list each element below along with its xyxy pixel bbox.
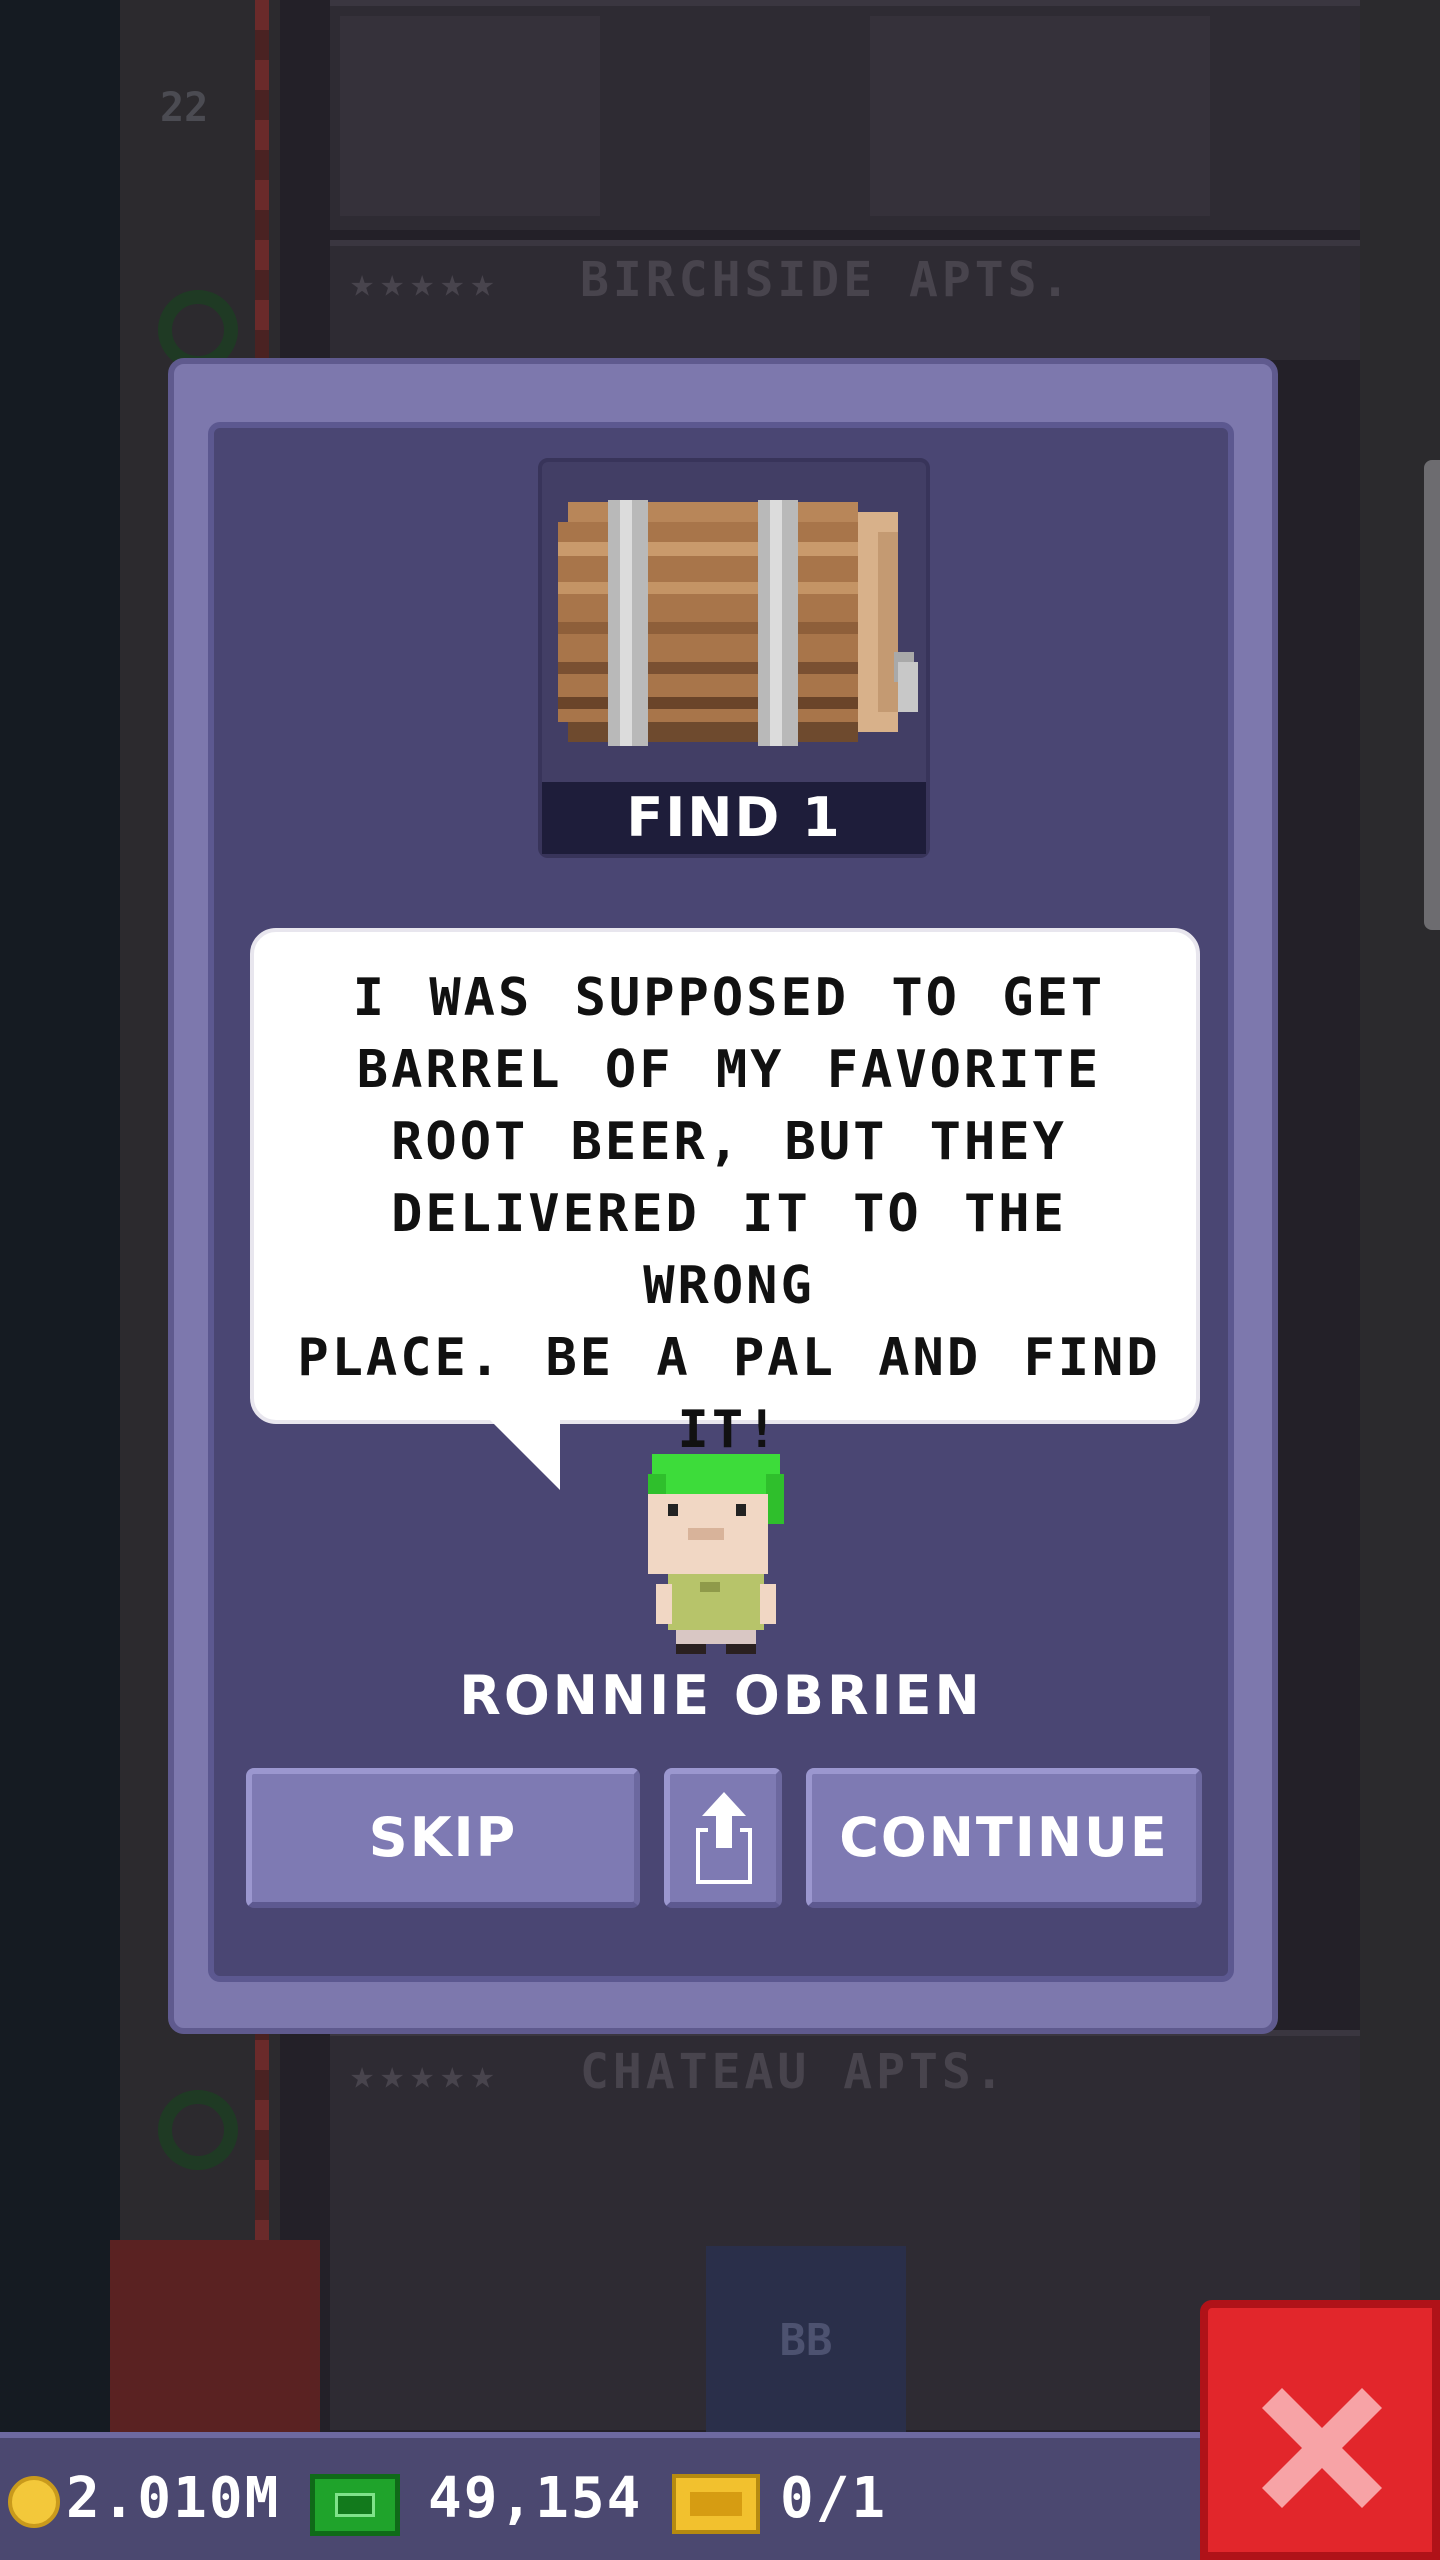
speech-line: DELIVERED IT TO THE WRONG bbox=[391, 1184, 1067, 1316]
speech-line: I WAS SUPPOSED TO GET bbox=[352, 968, 1106, 1028]
mission-dialog-body: FIND 1 I WAS SUPPOSED TO GET BARREL OF M… bbox=[208, 422, 1234, 1982]
floor-top bbox=[330, 0, 1360, 230]
root-beer-barrel-icon bbox=[558, 482, 918, 752]
continue-button[interactable]: CONTINUE bbox=[806, 1768, 1202, 1908]
speech-line: PLACE. BE A PAL AND FIND bbox=[297, 1328, 1161, 1388]
floor-number: 22 bbox=[160, 85, 209, 131]
coin-icon bbox=[8, 2476, 60, 2528]
golden-ticket-icon bbox=[672, 2474, 760, 2534]
sky-edge bbox=[0, 0, 120, 2560]
wreath-icon bbox=[158, 2090, 238, 2170]
share-icon bbox=[696, 1792, 752, 1884]
floor-sign: BIRCHSIDE APTS. bbox=[580, 252, 1074, 308]
character-name: RONNIE OBRIEN bbox=[459, 1664, 983, 1727]
skip-button[interactable]: SKIP bbox=[246, 1768, 640, 1908]
close-button[interactable] bbox=[1200, 2300, 1440, 2560]
tower-bux-icon bbox=[310, 2474, 400, 2536]
tower-edge bbox=[1360, 0, 1440, 2560]
speech-text: I WAS SUPPOSED TO GET BARREL OF MY FAVOR… bbox=[294, 962, 1164, 1466]
speech-line: BARREL OF MY FAVORITE bbox=[356, 1040, 1102, 1100]
mission-item-frame: FIND 1 bbox=[538, 458, 930, 858]
floor-rating: ★★★★★ bbox=[350, 2052, 501, 2098]
close-x-icon bbox=[1262, 2388, 1382, 2508]
speech-bubble: I WAS SUPPOSED TO GET BARREL OF MY FAVOR… bbox=[250, 928, 1200, 1460]
speech-line: ROOT BEER, BUT THEY bbox=[391, 1112, 1067, 1172]
tickets-count: 0/1 bbox=[780, 2466, 888, 2531]
coins-count: 2.010M bbox=[66, 2466, 281, 2531]
floor-rating: ★★★★★ bbox=[350, 260, 501, 306]
character-sprite bbox=[648, 1454, 788, 1654]
status-bar: 2.010M 49,154 0/1 bbox=[0, 2432, 1200, 2560]
share-button[interactable] bbox=[664, 1768, 782, 1908]
speech-bubble-tail bbox=[490, 1420, 560, 1490]
mission-dialog: FIND 1 I WAS SUPPOSED TO GET BARREL OF M… bbox=[168, 358, 1278, 2034]
bux-count: 49,154 bbox=[428, 2466, 643, 2531]
room-sign: BB bbox=[706, 2246, 906, 2436]
find-count-label: FIND 1 bbox=[542, 782, 926, 854]
floor-sign: CHATEAU APTS. bbox=[580, 2044, 1008, 2100]
scroll-handle[interactable] bbox=[1424, 460, 1440, 930]
